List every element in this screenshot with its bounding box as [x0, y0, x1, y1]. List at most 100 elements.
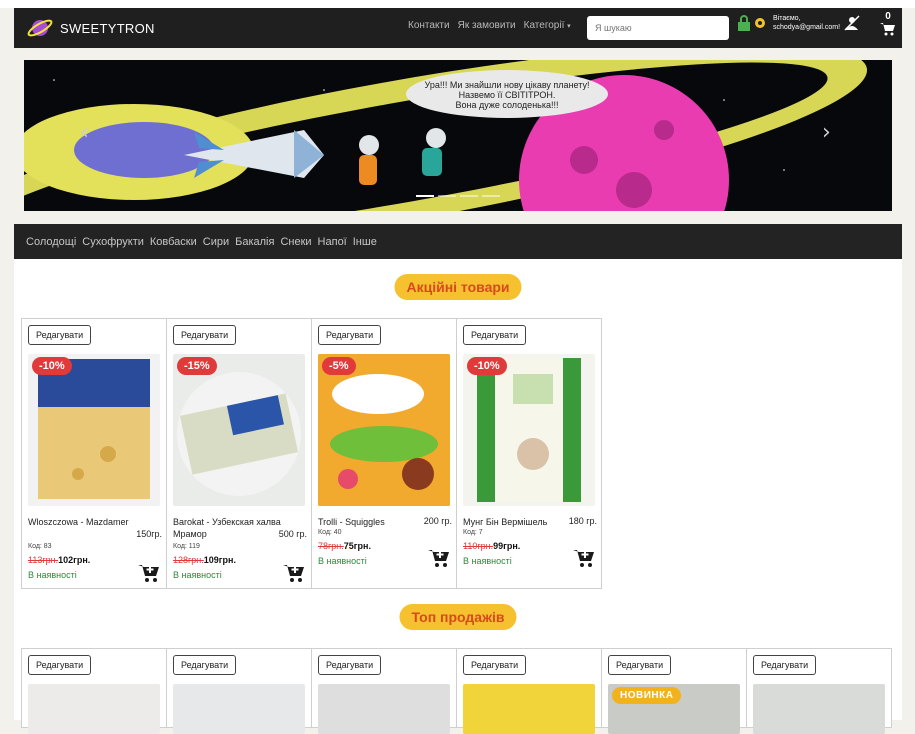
category-link[interactable]: Інше — [353, 236, 377, 248]
nav-link-contacts[interactable]: Контакти — [408, 20, 450, 31]
stock-status: В наявності — [318, 556, 367, 566]
nav-link-how-to-order[interactable]: Як замовити — [458, 20, 516, 31]
add-to-cart-icon[interactable] — [428, 548, 450, 568]
top-strip — [0, 0, 915, 8]
product-code: Код: 40 — [318, 529, 342, 536]
product-card[interactable]: Редагувати -10% Мунг Бін Вермішель 180 г… — [456, 318, 602, 589]
discount-badge: -5% — [322, 357, 356, 375]
product-price: 78грн.75грн. — [318, 541, 371, 551]
product-image[interactable] — [173, 684, 305, 734]
product-card[interactable]: Редагувати -10% Wloszczowa - Mazdamer 15… — [21, 318, 167, 589]
speech-bubble: Ура!!! Ми знайшли нову цікаву планету! Н… — [406, 70, 608, 118]
edit-button[interactable]: Редагувати — [28, 325, 92, 345]
speech-line: Назвемо її СВІТІТРОН. — [458, 90, 556, 100]
product-code: Код: 119 — [173, 543, 200, 550]
user-email: schodya@gmail.com! — [773, 24, 841, 31]
product-image[interactable] — [318, 354, 450, 506]
product-weight: 180 гр. — [568, 516, 597, 526]
category-link[interactable]: Снеки — [280, 236, 311, 248]
old-price: 113грн. — [28, 555, 59, 565]
product-image[interactable] — [463, 684, 595, 734]
edit-button[interactable]: Редагувати — [173, 325, 237, 345]
product-image[interactable] — [318, 684, 450, 734]
product-card[interactable]: Редагувати — [311, 648, 457, 734]
speech-line: Вона дуже солоденька!!! — [455, 100, 559, 110]
product-card[interactable]: Редагувати — [746, 648, 892, 734]
carousel-indicator[interactable] — [416, 195, 434, 197]
new-price: 102грн. — [58, 555, 91, 565]
carousel-next-icon[interactable]: › — [822, 120, 831, 145]
new-price: 75грн. — [343, 541, 371, 551]
new-price: 99грн. — [493, 541, 521, 551]
product-code: Код: 83 — [28, 543, 52, 550]
edit-button[interactable]: Редагувати — [173, 655, 237, 675]
product-image[interactable] — [463, 354, 595, 506]
product-card[interactable]: Редагувати — [21, 648, 167, 734]
category-bar: Солодощі Сухофрукти Ковбаски Сири Бакалі… — [14, 224, 902, 259]
main-content: Акційні товари Редагувати -10% Wloszczow… — [14, 259, 902, 734]
product-card[interactable]: Редагувати — [166, 648, 312, 734]
carousel-prev-icon[interactable]: ‹ — [80, 120, 89, 145]
caret-down-icon: ▾ — [567, 23, 571, 30]
add-to-cart-icon[interactable] — [573, 548, 595, 568]
lock-icon[interactable] — [737, 15, 751, 31]
category-link[interactable]: Сири — [203, 236, 229, 248]
product-code: Код: 7 — [463, 529, 483, 536]
edit-button[interactable]: Редагувати — [28, 655, 92, 675]
stock-status: В наявності — [463, 556, 512, 566]
logout-icon[interactable] — [844, 15, 860, 31]
gear-icon[interactable] — [753, 16, 767, 30]
new-badge: НОВИНКА — [612, 687, 682, 704]
top-sales-section-title: Топ продажів — [399, 604, 517, 630]
product-weight: 500 гр. — [278, 529, 307, 539]
edit-button[interactable]: Редагувати — [463, 325, 527, 345]
promo-section-title: Акційні товари — [394, 274, 522, 300]
carousel-indicator[interactable] — [460, 195, 478, 197]
product-card[interactable]: Редагувати -5% Trolli - Squiggles 200 гр… — [311, 318, 457, 589]
search-input[interactable] — [587, 16, 729, 40]
edit-button[interactable]: Редагувати — [753, 655, 817, 675]
category-link[interactable]: Солодощі — [26, 236, 76, 248]
edit-button[interactable]: Редагувати — [318, 655, 382, 675]
discount-badge: -10% — [467, 357, 507, 375]
edit-button[interactable]: Редагувати — [318, 325, 382, 345]
edit-button[interactable]: Редагувати — [608, 655, 672, 675]
promo-product-list: Редагувати -10% Wloszczowa - Mazdamer 15… — [21, 318, 602, 589]
nav-link-categories[interactable]: Категорії ▾ — [524, 20, 571, 31]
planet-logo-icon — [26, 14, 54, 42]
greeting-text: Вітаємо, — [773, 15, 801, 22]
brand-name: SWEETYTRON — [60, 20, 155, 36]
product-card[interactable]: Редагувати НОВИНКА — [601, 648, 747, 734]
product-image[interactable] — [753, 684, 885, 734]
category-link[interactable]: Ковбаски — [150, 236, 197, 248]
category-link[interactable]: Сухофрукти — [82, 236, 144, 248]
add-to-cart-icon[interactable] — [138, 563, 160, 583]
header-cart[interactable]: 0 — [878, 12, 898, 41]
user-greeting: Вітаємо, schodya@gmail.com! — [773, 14, 840, 32]
product-price: 110грн.99грн. — [463, 541, 520, 551]
cart-count: 0 — [885, 11, 891, 22]
navbar: SWEETYTRON Контакти Як замовити Категорі… — [14, 8, 902, 48]
add-to-cart-icon[interactable] — [283, 563, 305, 583]
speech-line: Ура!!! Ми знайшли нову цікаву планету! — [424, 80, 590, 90]
product-image[interactable] — [28, 684, 160, 734]
carousel-indicators — [416, 195, 500, 197]
product-image[interactable] — [28, 354, 160, 506]
edit-button[interactable]: Редагувати — [463, 655, 527, 675]
category-link[interactable]: Напої — [318, 236, 347, 248]
product-card[interactable]: Редагувати -15% Barokat - Узбекская халв… — [166, 318, 312, 589]
product-image[interactable] — [173, 354, 305, 506]
product-price: 128грн.109грн. — [173, 555, 236, 565]
old-price: 128грн. — [173, 555, 204, 565]
product-price: 113грн.102грн. — [28, 555, 90, 565]
product-card[interactable]: Редагувати — [456, 648, 602, 734]
carousel-indicator[interactable] — [438, 195, 456, 197]
discount-badge: -15% — [177, 357, 217, 375]
product-name[interactable]: Wloszczowa - Mazdamer — [28, 516, 162, 528]
new-price: 109грн. — [203, 555, 236, 565]
carousel-indicator[interactable] — [482, 195, 500, 197]
product-weight: 150гр. — [136, 529, 162, 539]
nav-links: Контакти Як замовити Категорії ▾ — [408, 20, 571, 31]
category-link[interactable]: Бакалія — [235, 236, 274, 248]
brand[interactable]: SWEETYTRON — [26, 14, 155, 42]
